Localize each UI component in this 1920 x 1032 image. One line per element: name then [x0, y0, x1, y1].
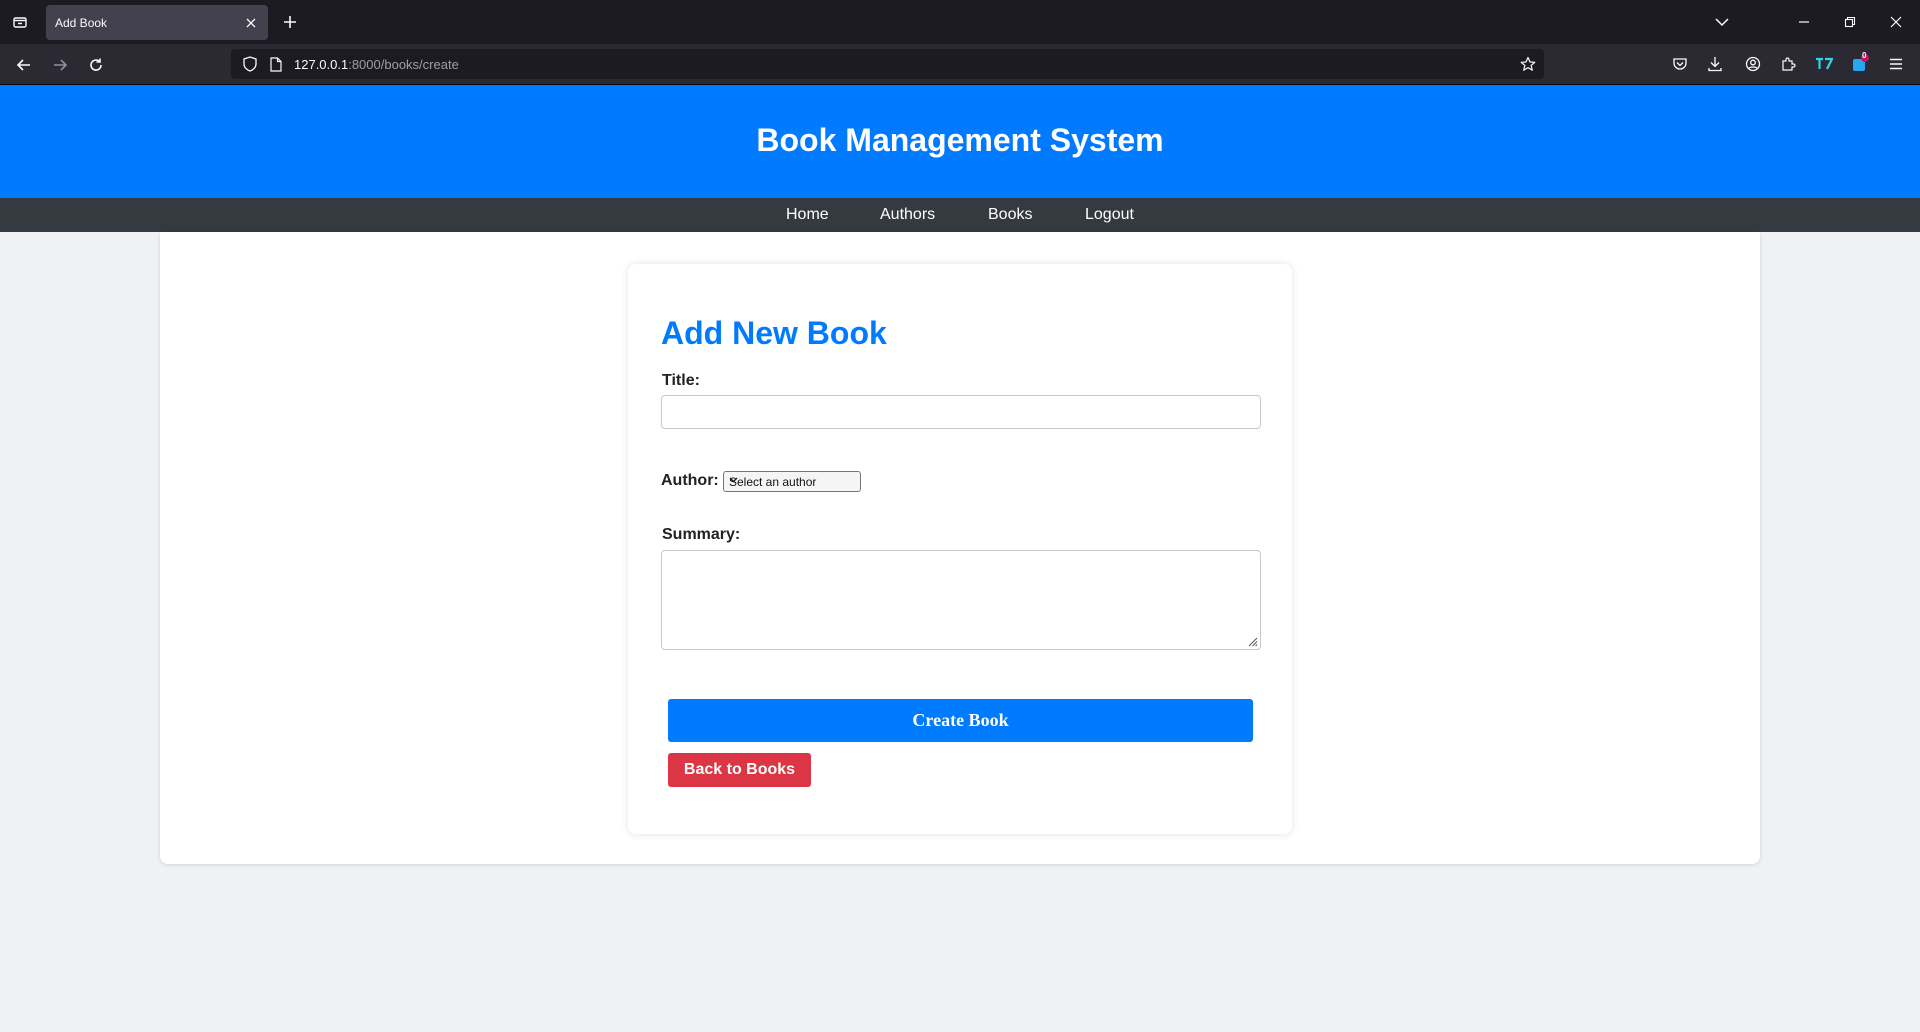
downloads-icon[interactable]: [1703, 52, 1727, 76]
menu-icon[interactable]: [1884, 52, 1908, 76]
title-input[interactable]: [661, 395, 1261, 429]
nav-link-books[interactable]: Books: [988, 206, 1032, 224]
page-viewport: Book Management System Home Authors Book…: [0, 85, 1920, 1032]
summary-label: Summary:: [662, 526, 741, 543]
content-container: Add New Book Title: Author: Select an au…: [160, 232, 1760, 864]
shield-icon[interactable]: [241, 55, 259, 73]
nav-link-home[interactable]: Home: [786, 206, 829, 224]
extension-badge-icon[interactable]: [1848, 52, 1872, 76]
address-bar[interactable]: 127.0.0.1:8000/books/create: [231, 49, 1544, 79]
extension-badge-count: 0: [1862, 51, 1867, 60]
extensions-icon[interactable]: [1776, 52, 1800, 76]
list-all-tabs-icon[interactable]: [1710, 10, 1734, 34]
browser-tab-bar: Add Book: [0, 0, 1920, 44]
url-text[interactable]: 127.0.0.1:8000/books/create: [294, 57, 459, 72]
back-to-books-button[interactable]: Back to Books: [668, 753, 811, 787]
translate-extension-icon[interactable]: [1812, 52, 1836, 76]
close-window-icon[interactable]: [1884, 10, 1908, 34]
summary-textarea[interactable]: [661, 550, 1261, 650]
title-label: Title:: [662, 372, 700, 389]
account-icon[interactable]: [1741, 52, 1765, 76]
author-label: Author:: [661, 472, 719, 489]
nav-link-logout[interactable]: Logout: [1085, 206, 1134, 224]
minimize-icon[interactable]: [1792, 10, 1816, 34]
chevron-down-icon: [729, 477, 854, 483]
browser-tab-active[interactable]: Add Book: [46, 5, 268, 40]
nav-link-authors[interactable]: Authors: [880, 206, 935, 224]
url-path: :8000/books/create: [348, 57, 459, 72]
forward-arrow-icon[interactable]: [47, 52, 73, 78]
site-title: Book Management System: [756, 122, 1164, 158]
tab-title: Add Book: [55, 16, 108, 30]
form-card: Add New Book Title: Author: Select an au…: [628, 264, 1292, 834]
bookmark-star-icon[interactable]: [1519, 55, 1537, 73]
create-book-button[interactable]: Create Book: [668, 699, 1253, 742]
new-tab-icon[interactable]: [279, 11, 301, 33]
browser-toolbar: 127.0.0.1:8000/books/create 0: [0, 44, 1920, 85]
author-select[interactable]: Select an author: [723, 471, 861, 492]
reload-icon[interactable]: [83, 52, 109, 78]
page-icon[interactable]: [267, 55, 285, 73]
page-title: Add New Book: [661, 315, 887, 351]
tab-list-icon[interactable]: [8, 10, 32, 34]
site-nav: Home Authors Books Logout: [0, 198, 1920, 232]
restore-icon[interactable]: [1838, 10, 1862, 34]
back-arrow-icon[interactable]: [11, 52, 37, 78]
pocket-icon[interactable]: [1668, 52, 1692, 76]
url-host: 127.0.0.1: [294, 57, 349, 72]
site-header: Book Management System: [0, 85, 1920, 198]
resize-grip-icon[interactable]: [1246, 635, 1258, 647]
tab-close-icon[interactable]: [242, 14, 260, 32]
